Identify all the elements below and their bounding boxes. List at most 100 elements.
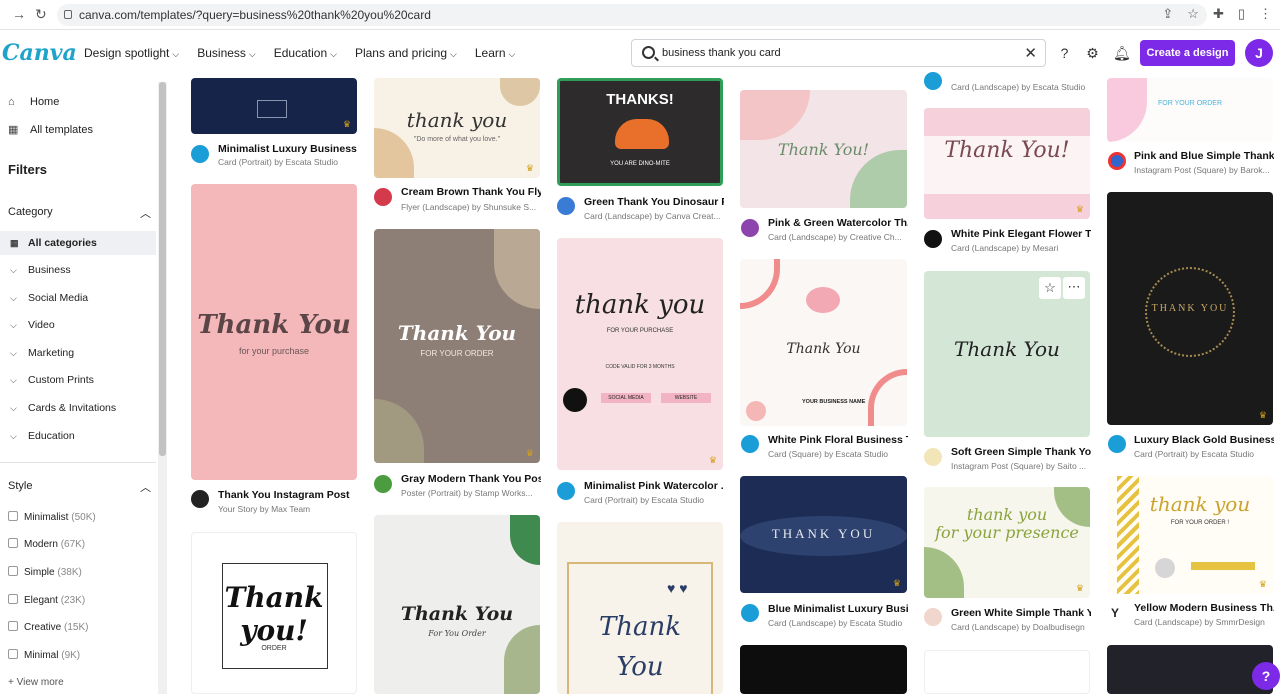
chevron-up-icon: ︿ [140, 482, 151, 494]
sidebar-divider [0, 462, 156, 463]
checkbox[interactable] [8, 621, 18, 631]
template-card[interactable]: Thank You YOUR BUSINESS NAME [740, 259, 907, 426]
sidebar-item-all-templates[interactable]: ▦ All templates [8, 123, 93, 136]
template-card[interactable]: THANK YOU ♛ [740, 476, 907, 593]
style-toggle[interactable]: Style ︿ [8, 480, 153, 494]
card-title[interactable]: Blue Minimalist Luxury Busi... [768, 603, 908, 615]
template-card[interactable]: Thank you! ORDER [191, 532, 357, 694]
card-title[interactable]: Gray Modern Thank You Pos... [401, 473, 541, 485]
card-subtitle: Card (Portrait) by Escata Studio [218, 157, 338, 167]
template-card[interactable]: Thank You For You Order [374, 515, 540, 694]
card-title[interactable]: Pink & Green Watercolor Th... [768, 217, 908, 229]
template-card[interactable]: thank you "Do more of what you love." ♛ [374, 78, 540, 178]
category-all[interactable]: ▦ All categories [0, 231, 156, 255]
template-card[interactable] [924, 650, 1090, 694]
grid-icon: ▦ [10, 238, 19, 248]
canva-logo[interactable]: Canva [2, 40, 77, 66]
category-business[interactable]: ⌵ Business [10, 264, 71, 276]
card-title[interactable]: White Pink Elegant Flower T... [951, 228, 1091, 240]
reload-icon[interactable]: ↻ [35, 6, 47, 23]
forward-icon[interactable]: → [12, 6, 26, 22]
category-marketing[interactable]: ⌵ Marketing [10, 347, 74, 359]
template-card[interactable]: THANKS! YOU ARE DINO-MITE [557, 78, 723, 186]
style-modern[interactable]: Modern (67K) [8, 538, 85, 550]
business-name-text: YOUR BUSINESS NAME [802, 399, 866, 405]
view-more-link[interactable]: + View more [8, 677, 64, 688]
category-video[interactable]: ⌵ Video [10, 319, 55, 331]
card-title[interactable]: White Pink Floral Business T... [768, 434, 908, 446]
style-simple[interactable]: Simple (38K) [8, 566, 82, 578]
style-minimal[interactable]: Minimal (9K) [8, 649, 80, 661]
checkbox[interactable] [8, 538, 18, 548]
category-social-media[interactable]: ⌵ Social Media [10, 292, 88, 304]
card-art-text: Thank [598, 612, 682, 642]
nav-education[interactable]: Education ⌵ [274, 46, 337, 60]
help-circle-icon[interactable]: ? [1057, 45, 1072, 62]
card-title[interactable]: Green Thank You Dinosaur F... [584, 196, 724, 208]
nav-design-spotlight[interactable]: Design spotlight ⌵ [84, 46, 179, 60]
card-title[interactable]: Cream Brown Thank You Fly... [401, 186, 541, 198]
category-toggle[interactable]: Category ︿ [8, 206, 153, 220]
browser-menu-icon[interactable]: ⋮ [1259, 6, 1272, 22]
style-minimalist[interactable]: Minimalist (50K) [8, 511, 96, 523]
sidebar-scrollbar[interactable] [158, 82, 167, 694]
template-card[interactable]: thank you FOR YOUR PURCHASE CODE VALID F… [557, 238, 723, 470]
avatar[interactable]: J [1245, 39, 1273, 67]
category-cards-invitations[interactable]: ⌵ Cards & Invitations [10, 402, 116, 414]
share-icon[interactable]: ⇪ [1162, 6, 1173, 22]
scrollbar-thumb[interactable] [159, 82, 166, 456]
chevron-down-icon: ⌵ [10, 348, 17, 358]
card-title[interactable]: Luxury Black Gold Business ... [1134, 434, 1274, 446]
style-creative[interactable]: Creative (15K) [8, 621, 88, 633]
checkbox[interactable] [8, 649, 18, 659]
card-title[interactable]: Green White Simple Thank Y... [951, 607, 1091, 619]
nav-plans-pricing[interactable]: Plans and pricing ⌵ [355, 46, 457, 60]
checkbox[interactable] [8, 566, 18, 576]
checkbox[interactable] [8, 594, 18, 604]
card-title[interactable]: Minimalist Pink Watercolor ... [584, 480, 724, 492]
card-title[interactable]: Soft Green Simple Thank Yo... [951, 446, 1091, 458]
template-card[interactable]: Thank You! [740, 90, 907, 208]
card-title[interactable]: Thank You Instagram Post [218, 489, 358, 501]
style-elegant[interactable]: Elegant (23K) [8, 594, 85, 606]
nav-learn[interactable]: Learn ⌵ [475, 46, 516, 60]
template-card[interactable]: thank you FOR YOUR ORDER ! ♛ [1107, 476, 1273, 594]
search-input[interactable] [662, 44, 1012, 62]
category-education[interactable]: ⌵ Education [10, 430, 75, 442]
card-title[interactable]: Minimalist Luxury Business ... [218, 143, 358, 155]
sidebar-item-home[interactable]: ⌂ Home [8, 96, 59, 108]
template-card[interactable]: thank you for your presence ♛ [924, 487, 1090, 598]
help-button[interactable]: ? [1252, 662, 1280, 690]
category-custom-prints[interactable]: ⌵ Custom Prints [10, 374, 94, 386]
bookmark-star-icon[interactable]: ☆ [1187, 6, 1199, 22]
template-card[interactable]: THANK YOU ♛ [1107, 192, 1273, 425]
card-title[interactable]: Yellow Modern Business Th... [1134, 602, 1274, 614]
favorite-star-button[interactable]: ☆ [1039, 277, 1061, 299]
gear-icon[interactable]: ⚙ [1085, 45, 1100, 62]
template-card[interactable] [740, 645, 907, 694]
app: → ↻ canva.com/templates/?query=business%… [0, 0, 1280, 694]
clear-search-icon[interactable]: ✕ [1024, 44, 1037, 62]
create-design-button[interactable]: Create a design [1140, 40, 1235, 66]
card-subtitle: Poster (Portrait) by Stamp Works... [401, 488, 533, 498]
address-bar[interactable]: canva.com/templates/?query=business%20th… [57, 4, 1207, 26]
style-count: (15K) [64, 622, 89, 633]
template-card[interactable]: Thank You! ♛ [924, 108, 1090, 219]
template-card[interactable]: Thank You ☆ ⋯ [924, 271, 1090, 437]
sidepanel-icon[interactable]: ▯ [1238, 6, 1245, 22]
header-icons: ? ⚙ 🔔︎ [1057, 45, 1131, 62]
template-card[interactable]: Thank You for your purchase [191, 184, 357, 480]
more-options-button[interactable]: ⋯ [1063, 277, 1085, 299]
template-card[interactable]: ♛ [191, 78, 357, 134]
nav-business[interactable]: Business ⌵ [197, 46, 256, 60]
template-card[interactable]: Thank You FOR YOUR ORDER ♛ [374, 229, 540, 463]
template-card[interactable]: Thank You ♥ ♥ [557, 522, 723, 694]
bell-icon[interactable]: 🔔︎ [1113, 45, 1131, 62]
checkbox[interactable] [8, 511, 18, 521]
card-art-subtext: FOR YOUR PURCHASE [606, 328, 674, 334]
template-card[interactable] [1107, 645, 1273, 694]
extensions-icon[interactable]: ✚ [1213, 6, 1224, 22]
premium-crown-icon: ♛ [1258, 410, 1267, 420]
template-card[interactable]: FOR YOUR ORDER [1107, 78, 1273, 142]
card-title[interactable]: Pink and Blue Simple Thank... [1134, 150, 1274, 162]
